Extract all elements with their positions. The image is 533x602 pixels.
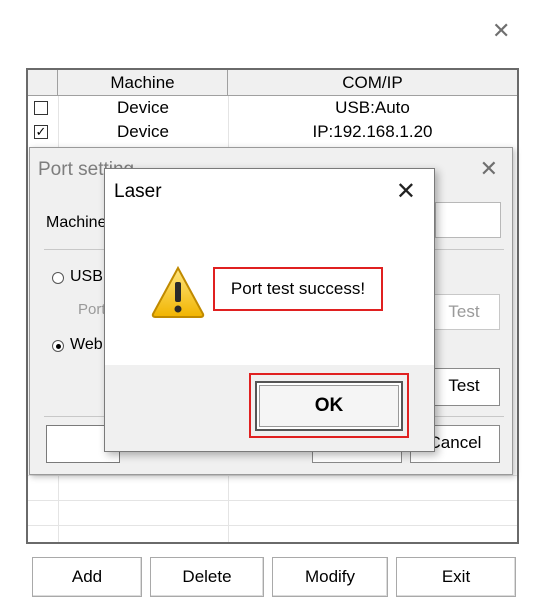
close-icon[interactable]: ✕ <box>492 21 510 43</box>
row-machine: Device <box>117 98 169 117</box>
dialog-title: Laser <box>114 181 162 202</box>
grid-divider <box>28 475 517 476</box>
usb-radio[interactable] <box>52 272 64 284</box>
row-checkbox[interactable] <box>34 101 48 115</box>
column-header-machine[interactable]: Machine <box>58 70 228 96</box>
close-icon[interactable]: ✕ <box>396 179 416 203</box>
port-label: Port <box>78 301 106 318</box>
table-row[interactable]: ✓ Device IP:192.168.1.20 <box>28 120 517 144</box>
machine-name-field[interactable] <box>435 202 501 238</box>
row-com-ip: USB:Auto <box>335 98 410 117</box>
grid-divider <box>28 500 517 501</box>
grid-divider <box>28 525 517 526</box>
modify-button[interactable]: Modify <box>272 557 388 597</box>
delete-button[interactable]: Delete <box>150 557 264 597</box>
exit-button[interactable]: Exit <box>396 557 516 597</box>
web-radio[interactable] <box>52 340 64 352</box>
column-header-com-ip[interactable]: COM/IP <box>228 70 517 96</box>
web-label: Web <box>70 336 103 353</box>
test-button-disabled[interactable]: Test <box>428 294 500 330</box>
row-com-ip: IP:192.168.1.20 <box>312 122 433 141</box>
message-text: Port test success! <box>213 267 383 311</box>
close-icon[interactable]: ✕ <box>480 159 498 181</box>
warning-icon <box>151 265 205 318</box>
add-button[interactable]: Add <box>32 557 142 597</box>
test-button[interactable]: Test <box>428 368 500 406</box>
usb-label: USB <box>70 268 103 285</box>
laser-message-dialog: Laser ✕ Port test success! OK <box>104 168 435 452</box>
ok-button[interactable]: OK <box>255 381 403 431</box>
table-row[interactable]: Device USB:Auto <box>28 96 517 120</box>
row-machine: Device <box>117 122 169 141</box>
row-checkbox-checked[interactable]: ✓ <box>34 125 48 139</box>
header-checkbox-column <box>28 70 58 96</box>
machine-label: Machine <box>46 214 107 231</box>
